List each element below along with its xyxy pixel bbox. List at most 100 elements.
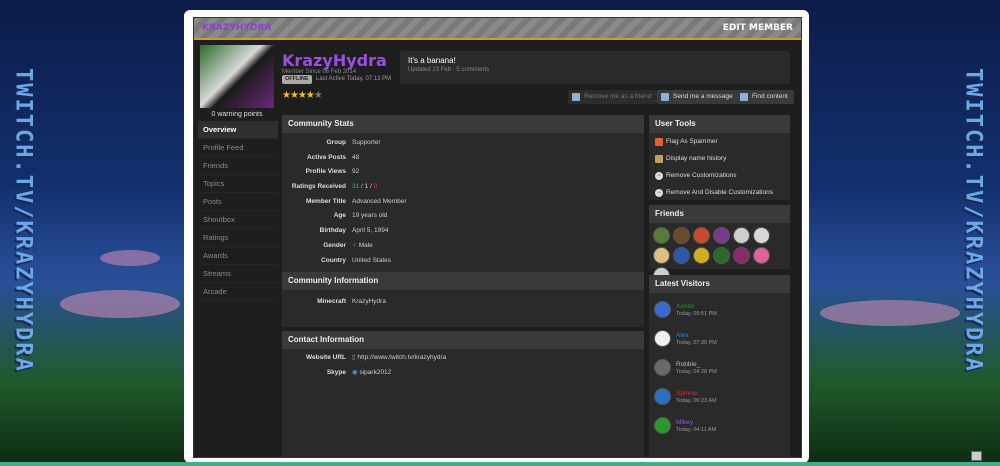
tool-label: Display name history bbox=[666, 155, 727, 162]
status-updated[interactable]: Updated 23 Feb · 5 comments bbox=[408, 67, 782, 73]
community-stats-title: Community Stats bbox=[282, 115, 644, 133]
stat-row: Gender ♂ Male bbox=[282, 239, 644, 254]
visitors-list: Xenite Today, 09:51 PM Alex Today, 07:35 PM… bbox=[649, 293, 790, 440]
profile-panel: KRAZYHYDRA EDIT MEMBER 0 warning points … bbox=[193, 17, 802, 458]
stat-label: Gender bbox=[323, 241, 346, 249]
nav-ratings[interactable]: Ratings bbox=[198, 229, 278, 247]
nav-posts[interactable]: Posts bbox=[198, 193, 278, 211]
bottom-bar bbox=[0, 462, 1000, 466]
friend-avatar[interactable] bbox=[733, 247, 750, 264]
nav-topics[interactable]: Topics bbox=[198, 175, 278, 193]
friend-avatar[interactable] bbox=[673, 227, 690, 244]
latest-visitors-box: Latest Visitors Xenite Today, 09:51 PM Ale… bbox=[649, 275, 790, 457]
visitor-time: Today, 06:23 AM bbox=[676, 397, 717, 404]
nav-shoutbox[interactable]: Shoutbox bbox=[198, 211, 278, 229]
negative-ratings: 0 bbox=[373, 183, 378, 191]
website-url[interactable]: http://www.twitch.tv/krazyhydra bbox=[357, 354, 446, 361]
friend-avatar[interactable] bbox=[733, 227, 750, 244]
stat-value: April 5, 1994 bbox=[352, 227, 389, 235]
visitor-item[interactable]: Mikey Today, 04:11 AM bbox=[649, 411, 790, 440]
visitor-name[interactable]: Xenite bbox=[676, 303, 717, 310]
visitor-item[interactable]: Alex Today, 07:35 PM bbox=[649, 324, 790, 353]
visitor-name[interactable]: Mikey bbox=[676, 419, 716, 426]
friend-avatar[interactable] bbox=[693, 227, 710, 244]
contact-value: ◉ sipark2012 bbox=[350, 366, 391, 381]
avatar bbox=[200, 45, 274, 108]
skype-id: sipark2012 bbox=[359, 368, 392, 376]
visitor-avatar[interactable] bbox=[654, 388, 671, 405]
friend-icon bbox=[572, 93, 580, 101]
latest-visitors-title: Latest Visitors bbox=[649, 275, 790, 293]
minus-icon: − bbox=[655, 188, 663, 197]
stat-label: Ratings Received bbox=[291, 183, 346, 191]
status-text: It's a banana! bbox=[408, 56, 456, 65]
find-content-button[interactable]: Find content bbox=[736, 90, 794, 104]
visitor-item[interactable]: Xenite Today, 09:51 PM bbox=[649, 295, 790, 324]
remove-disable-customizations-link[interactable]: − Remove And Disable Customizations bbox=[649, 184, 790, 201]
left-banner-text: TWITCH.TV/KRAZYHYDRA bbox=[10, 67, 36, 373]
visitor-avatar[interactable] bbox=[654, 359, 671, 376]
visitor-name[interactable]: Alex bbox=[676, 332, 717, 339]
stat-label: Profile Views bbox=[305, 168, 346, 176]
warning-points[interactable]: 0 warning points bbox=[200, 109, 274, 120]
friend-avatar[interactable] bbox=[753, 227, 770, 244]
nav-overview[interactable]: Overview bbox=[198, 121, 278, 139]
chat-icon[interactable] bbox=[971, 451, 982, 461]
visitor-item[interactable]: Robbie_ Today, 04:28 PM bbox=[649, 353, 790, 382]
friend-avatar[interactable] bbox=[653, 247, 670, 264]
edit-member-button[interactable]: EDIT MEMBER bbox=[723, 23, 793, 33]
nav-awards[interactable]: Awards bbox=[198, 247, 278, 265]
friend-avatar[interactable] bbox=[753, 247, 770, 264]
remove-friend-button[interactable]: Remove me as a friend bbox=[568, 90, 658, 104]
star-empty-icon: ★ bbox=[313, 90, 323, 101]
friends-box: Friends bbox=[649, 205, 790, 284]
gender-value: Male bbox=[358, 241, 373, 249]
visitor-name[interactable]: Spinner bbox=[676, 390, 717, 397]
community-info-box: Community Information Minecraft KrazyHydr… bbox=[282, 272, 644, 327]
community-stats-box: Community Stats Group Supporter Active Po… bbox=[282, 115, 644, 289]
send-message-button[interactable]: Send me a message bbox=[657, 90, 739, 104]
stat-value[interactable]: Supporter bbox=[350, 136, 381, 151]
contact-value[interactable]: ▯ http://www.twitch.tv/krazyhydra bbox=[350, 351, 446, 366]
contact-row: Skype ◉ sipark2012 bbox=[282, 366, 644, 381]
flag-icon bbox=[655, 137, 663, 146]
info-label: Minecraft bbox=[317, 298, 346, 305]
remove-customizations-link[interactable]: − Remove Customizations bbox=[649, 167, 790, 184]
visitor-name[interactable]: Robbie_ bbox=[676, 361, 717, 368]
visitor-avatar[interactable] bbox=[654, 417, 671, 434]
flag-spammer-link[interactable]: Flag As Spammer bbox=[649, 133, 790, 150]
friend-avatar[interactable] bbox=[713, 247, 730, 264]
friend-avatar[interactable] bbox=[713, 227, 730, 244]
last-active: Last Active Today, 07:13 PM bbox=[316, 76, 392, 82]
rating-stars[interactable]: ★★★★★ bbox=[282, 90, 323, 101]
stat-value: Advanced Member bbox=[352, 197, 407, 205]
right-banner-text: TWITCH.TV/KRAZYHYDRA bbox=[960, 67, 986, 373]
info-row: Minecraft KrazyHydra bbox=[282, 295, 644, 310]
friend-avatar[interactable] bbox=[693, 247, 710, 264]
contact-label: Skype bbox=[326, 368, 346, 376]
name-history-link[interactable]: Display name history bbox=[649, 150, 790, 167]
friend-avatar[interactable] bbox=[653, 227, 670, 244]
status-badge: OFFLINE bbox=[282, 75, 312, 84]
visitor-avatar[interactable] bbox=[654, 330, 671, 347]
remove-friend-label: Remove me as a friend bbox=[584, 93, 652, 100]
profile-topbar: KRAZYHYDRA EDIT MEMBER bbox=[194, 18, 801, 40]
nav-friends[interactable]: Friends bbox=[198, 157, 278, 175]
stat-row: Country United States bbox=[282, 254, 644, 269]
stat-row: Age 19 years old bbox=[282, 209, 644, 224]
visitor-time: Today, 04:11 AM bbox=[676, 426, 717, 433]
friend-avatar[interactable] bbox=[673, 247, 690, 264]
send-message-label: Send me a message bbox=[673, 93, 733, 100]
nav-profile-feed[interactable]: Profile Feed bbox=[198, 139, 278, 157]
community-info-title: Community Information bbox=[282, 272, 644, 290]
nav-arcade[interactable]: Arcade bbox=[198, 283, 278, 301]
friends-title: Friends bbox=[649, 205, 790, 223]
contact-info-title: Contact Information bbox=[282, 331, 644, 349]
mail-icon bbox=[661, 93, 669, 101]
visitor-item[interactable]: Spinner Today, 06:23 AM bbox=[649, 382, 790, 411]
info-value: KrazyHydra bbox=[352, 298, 386, 305]
cloud bbox=[100, 250, 160, 266]
stat-value: United States bbox=[352, 256, 392, 264]
nav-streams[interactable]: Streams bbox=[198, 265, 278, 283]
visitor-avatar[interactable] bbox=[654, 301, 671, 318]
